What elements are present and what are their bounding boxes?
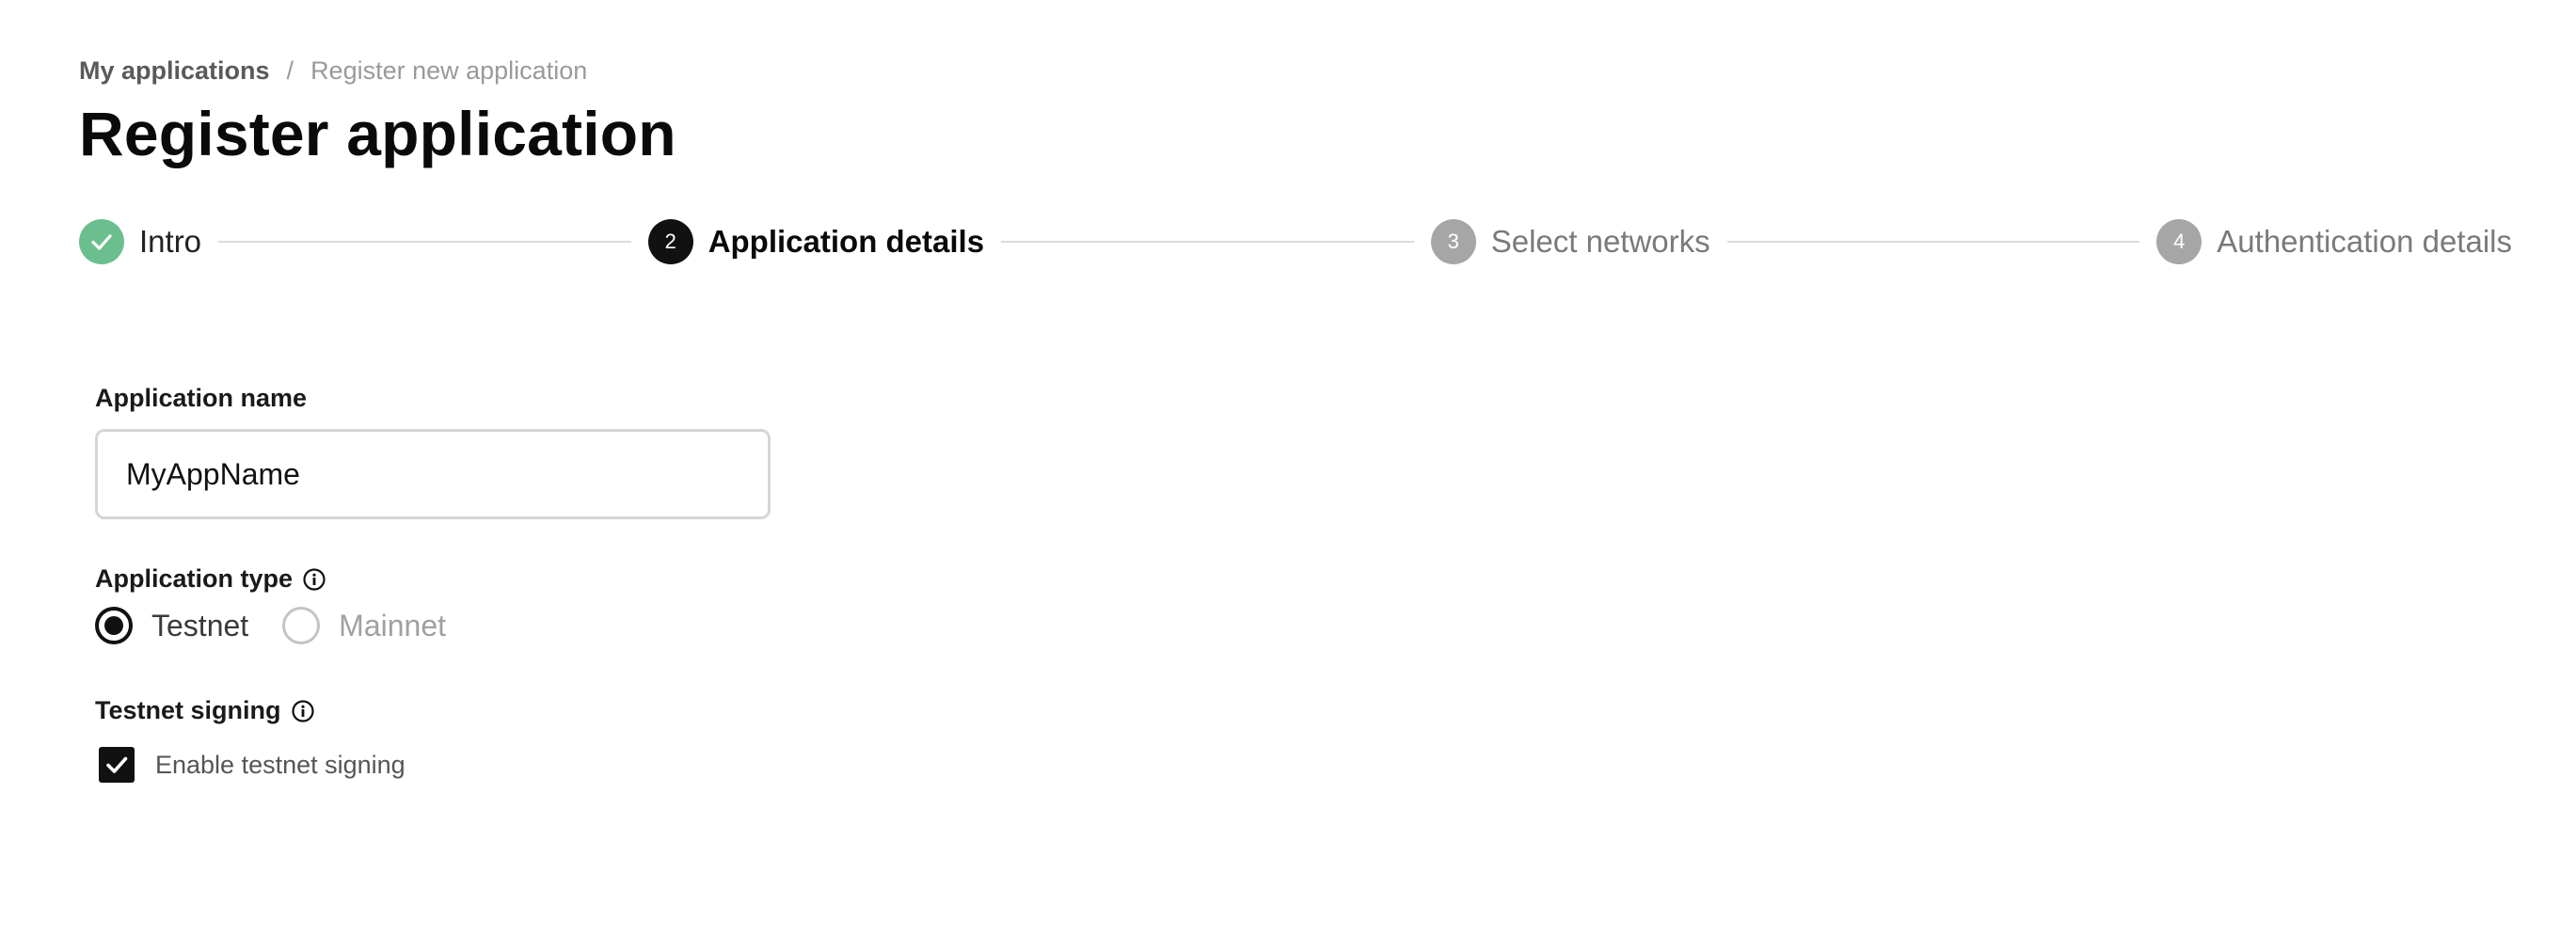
stepper: Intro 2 Application details 3 Select net… xyxy=(79,218,2512,265)
application-type-label: Application type xyxy=(95,564,326,594)
radio-mainnet-label: Mainnet xyxy=(339,608,447,643)
enable-testnet-signing-label: Enable testnet signing xyxy=(155,750,405,779)
radio-mainnet[interactable]: Mainnet xyxy=(282,607,446,644)
breadcrumb-separator: / xyxy=(286,56,294,85)
step-application-details-label: Application details xyxy=(708,224,985,259)
step-number-badge: 4 xyxy=(2156,219,2202,264)
checkbox-checked-icon xyxy=(99,747,135,783)
step-application-details[interactable]: 2 Application details xyxy=(647,219,985,264)
step-select-networks[interactable]: 3 Select networks xyxy=(1430,219,1710,264)
application-name-input[interactable] xyxy=(95,429,771,519)
step-connector xyxy=(1726,241,2140,243)
radio-unchecked-icon xyxy=(282,607,321,644)
testnet-signing-label-text: Testnet signing xyxy=(95,696,281,724)
step-intro[interactable]: Intro xyxy=(79,219,201,264)
breadcrumb: My applications / Register new applicati… xyxy=(79,55,587,87)
application-name-label-text: Application name xyxy=(95,384,308,412)
info-icon[interactable] xyxy=(291,699,315,723)
application-type-radio-group: Testnet Mainnet xyxy=(95,604,480,647)
step-authentication-details-label: Authentication details xyxy=(2217,224,2512,259)
radio-testnet[interactable]: Testnet xyxy=(95,607,248,644)
radio-checked-icon xyxy=(95,607,133,644)
page-title: Register application xyxy=(79,99,676,168)
enable-testnet-signing-checkbox[interactable]: Enable testnet signing xyxy=(95,743,405,786)
register-application-page: My applications / Register new applicati… xyxy=(0,0,2576,952)
application-type-label-text: Application type xyxy=(95,564,294,593)
step-intro-label: Intro xyxy=(139,224,202,259)
step-connector xyxy=(1001,241,1414,243)
application-name-label: Application name xyxy=(95,384,307,413)
step-authentication-details[interactable]: 4 Authentication details xyxy=(2156,219,2512,264)
breadcrumb-my-applications[interactable]: My applications xyxy=(79,56,270,86)
step-select-networks-label: Select networks xyxy=(1490,224,1710,259)
step-connector xyxy=(218,241,631,243)
info-icon[interactable] xyxy=(302,567,326,592)
step-number-badge: 2 xyxy=(647,219,693,264)
radio-testnet-label: Testnet xyxy=(151,608,249,643)
step-number-badge: 3 xyxy=(1430,219,1476,264)
breadcrumb-current: Register new application xyxy=(310,56,588,85)
check-icon xyxy=(79,219,124,264)
testnet-signing-label: Testnet signing xyxy=(95,696,315,725)
